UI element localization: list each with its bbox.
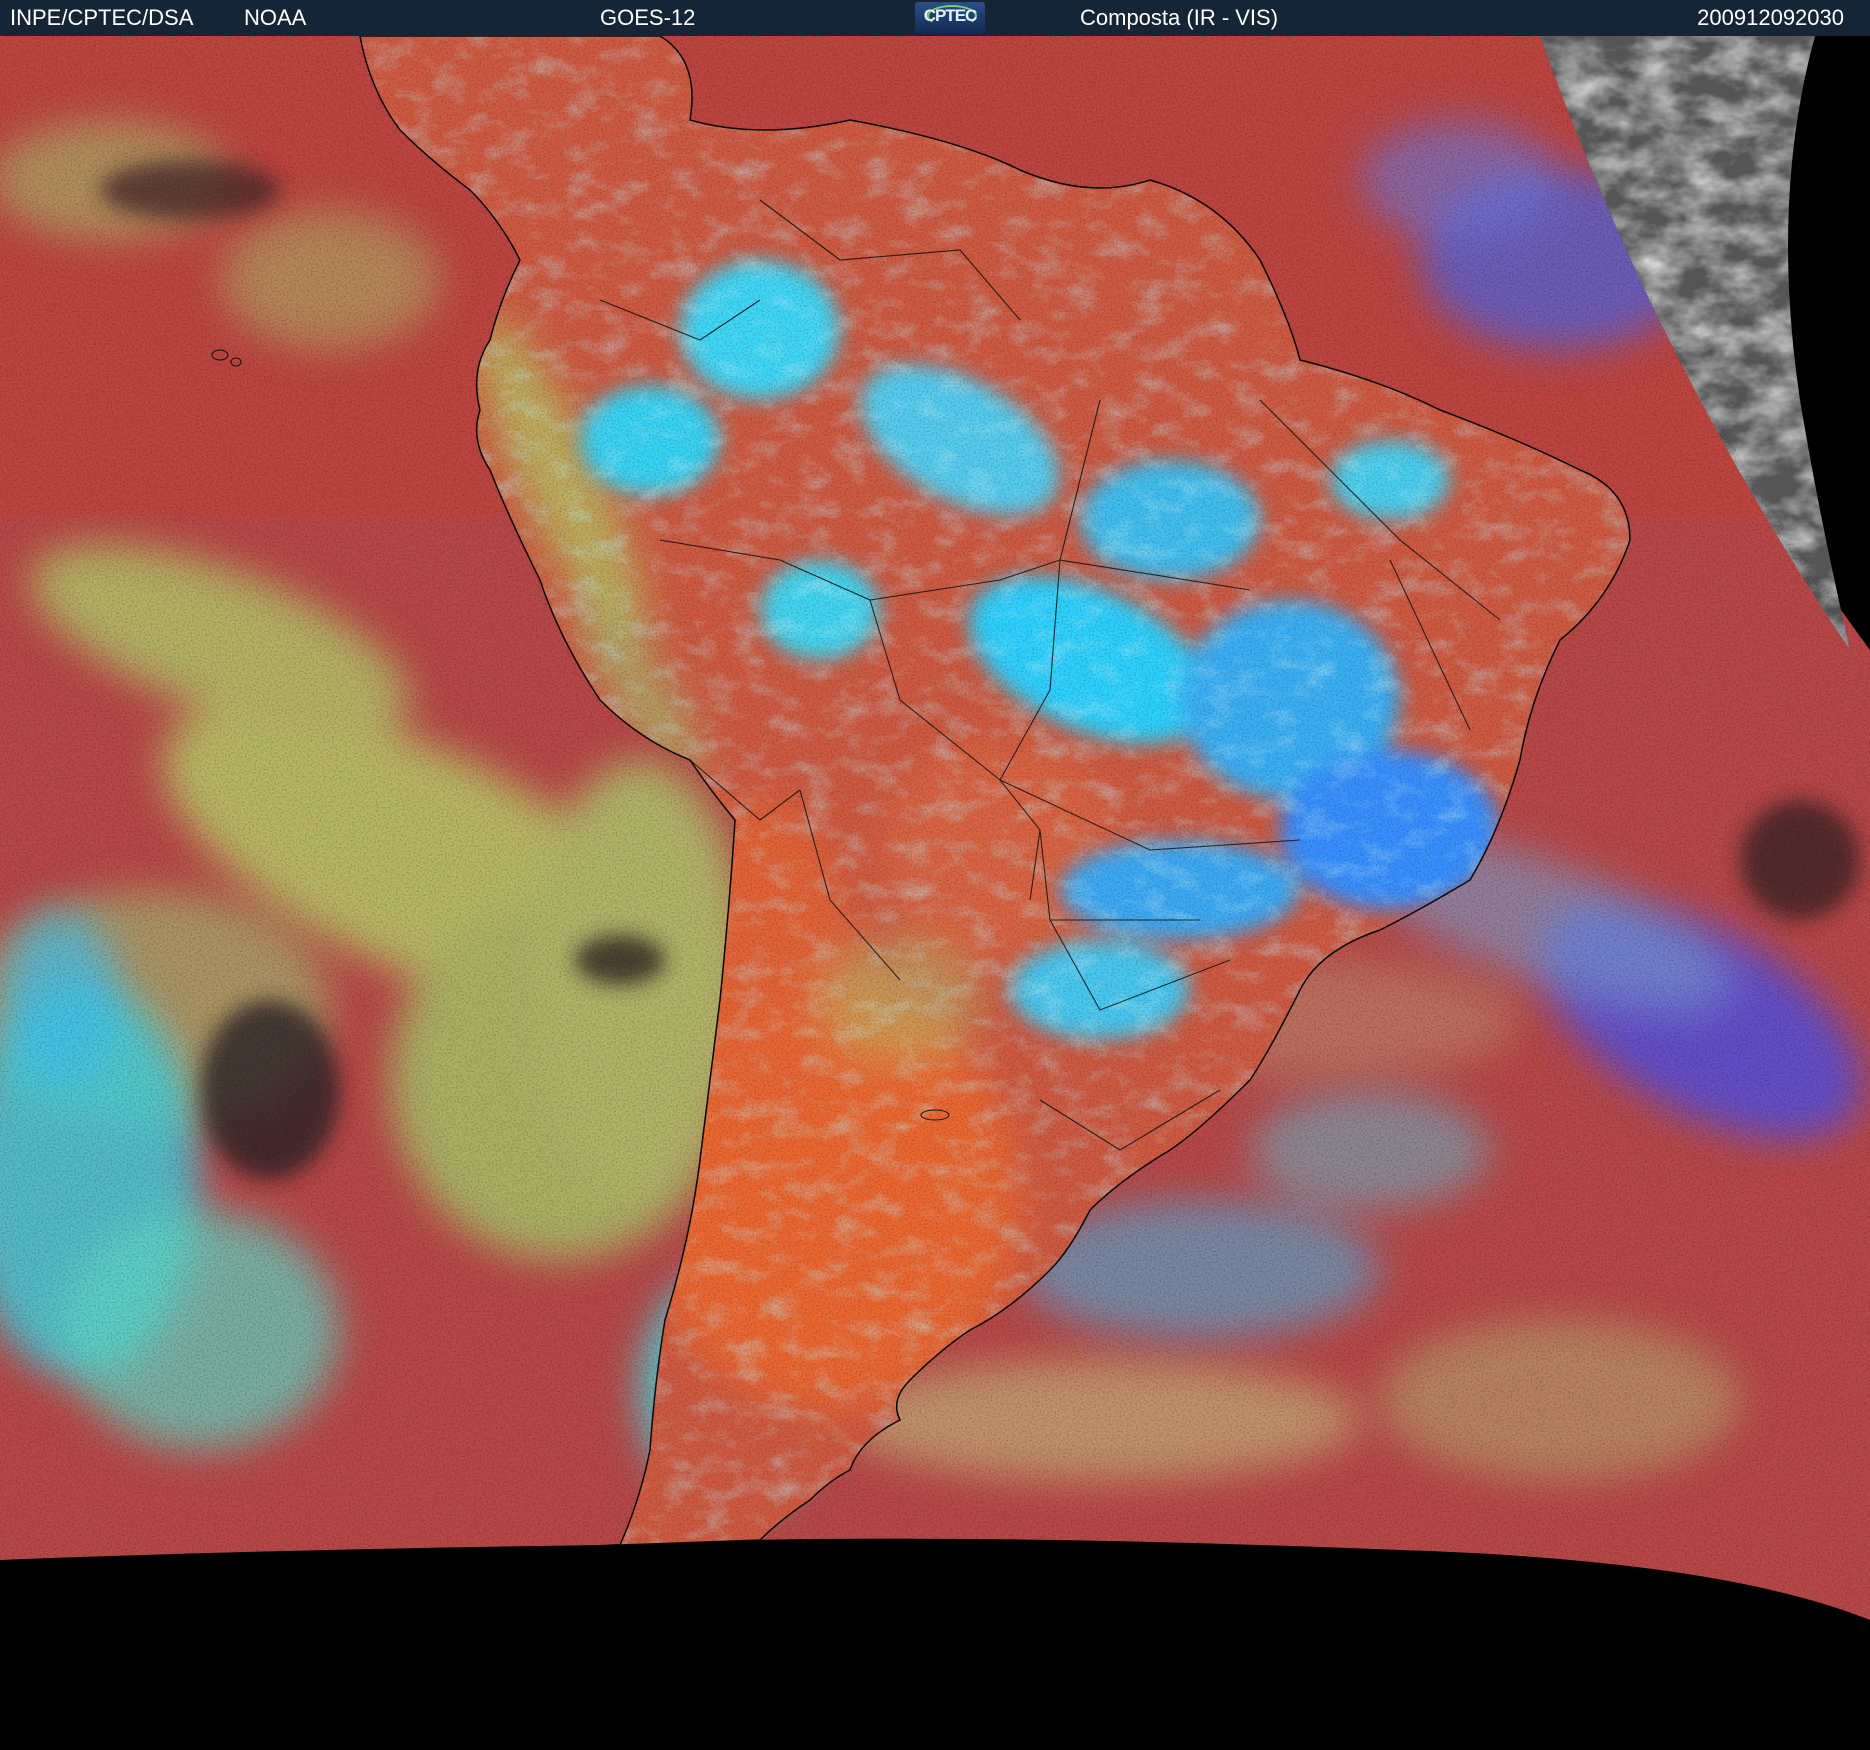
timestamp-label: 200912092030 xyxy=(1697,5,1844,30)
noise-overlay xyxy=(0,36,1870,1620)
agency-label: NOAA xyxy=(244,5,307,30)
product-label: Composta (IR - VIS) xyxy=(1080,5,1279,30)
satellite-image xyxy=(0,36,1870,1750)
cptec-logo-icon: CPTEC xyxy=(915,2,985,34)
header-bar: INPE/CPTEC/DSA NOAA GOES-12 CPTEC Compos… xyxy=(0,0,1870,36)
satellite-label: GOES-12 xyxy=(600,5,696,30)
satellite-composite-svg xyxy=(0,36,1870,1750)
organization-label: INPE/CPTEC/DSA xyxy=(10,5,194,30)
logo-text: CPTEC xyxy=(923,6,978,25)
